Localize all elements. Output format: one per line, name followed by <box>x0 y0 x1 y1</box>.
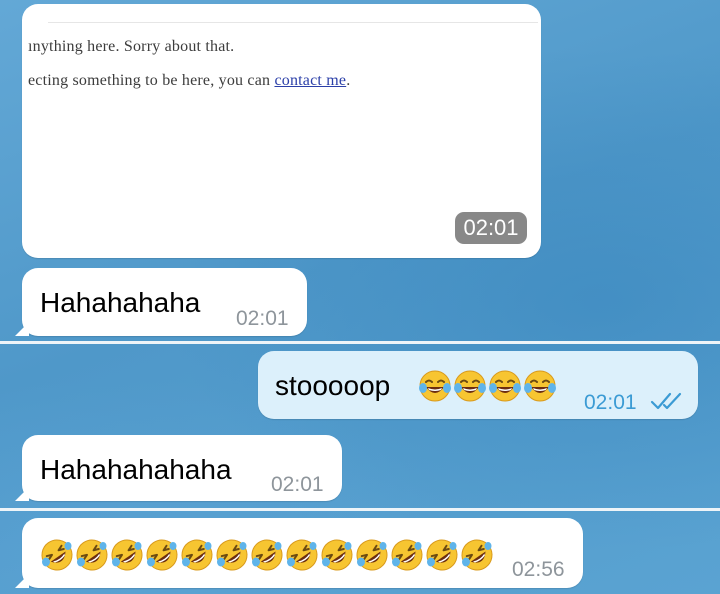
tears-of-joy-emoji-icon <box>523 369 557 403</box>
rolling-laughing-emoji-icon <box>460 538 494 572</box>
image-message[interactable]: ınything here. Sorry about that. ecting … <box>22 4 541 258</box>
image-text-line-2: ecting something to be here, you can con… <box>28 72 350 90</box>
rolling-laughing-emoji-icon <box>110 538 144 572</box>
rolling-laughing-emoji-icon <box>75 538 109 572</box>
rolling-laughing-emoji-icon <box>390 538 424 572</box>
emoji-group <box>418 369 557 403</box>
message-time: 02:56 <box>512 558 565 581</box>
rolling-laughing-emoji-icon <box>320 538 354 572</box>
selection-divider <box>0 341 720 344</box>
message-text: Hahahahahaha <box>40 454 232 485</box>
message-time: 02:01 <box>271 473 324 496</box>
selection-divider <box>0 508 720 511</box>
message-text: stooooop <box>275 370 391 401</box>
image-text-prefix: ecting something to be here, you can <box>28 72 275 89</box>
tears-of-joy-emoji-icon <box>488 369 522 403</box>
tears-of-joy-emoji-icon <box>418 369 452 403</box>
rolling-laughing-emoji-icon <box>180 538 214 572</box>
rolling-laughing-emoji-icon <box>145 538 179 572</box>
message-time: 02:01 <box>236 307 289 330</box>
incoming-message[interactable]: Hahahahaha 02:01 <box>15 268 307 336</box>
double-check-icon <box>650 392 682 410</box>
rolling-laughing-emoji-icon <box>250 538 284 572</box>
message-time: 02:01 <box>584 391 637 414</box>
outgoing-message[interactable]: stooooop 02:01 <box>258 351 698 419</box>
rolling-laughing-emoji-icon <box>40 538 74 572</box>
rolling-laughing-emoji-icon <box>425 538 459 572</box>
rolling-laughing-emoji-icon <box>355 538 389 572</box>
incoming-message[interactable]: 02:56 <box>15 518 583 588</box>
contact-link[interactable]: contact me <box>274 72 346 89</box>
incoming-message[interactable]: Hahahahahaha 02:01 <box>15 435 342 501</box>
emoji-group <box>40 538 494 572</box>
image-message-time: 02:01 <box>455 212 527 244</box>
image-text-line-1: ınything here. Sorry about that. <box>28 38 235 55</box>
rolling-laughing-emoji-icon <box>215 538 249 572</box>
message-text: Hahahahaha <box>40 287 201 318</box>
tears-of-joy-emoji-icon <box>453 369 487 403</box>
image-text-suffix: . <box>346 72 351 89</box>
rolling-laughing-emoji-icon <box>285 538 319 572</box>
image-divider <box>48 22 538 23</box>
